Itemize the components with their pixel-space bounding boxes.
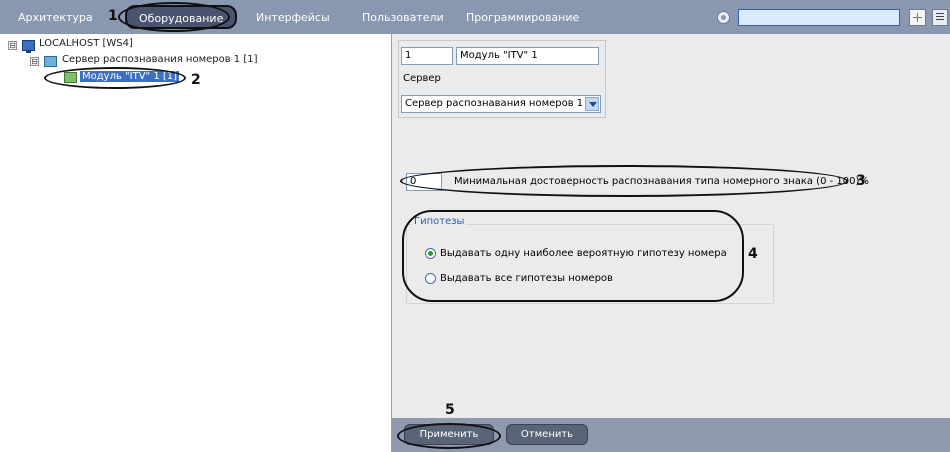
- recognition-server-icon: [44, 56, 57, 67]
- all-hypotheses-label[interactable]: Выдавать все гипотезы номеров: [440, 273, 613, 284]
- tab-programming[interactable]: Программирование: [466, 11, 579, 24]
- object-id-field[interactable]: 1: [401, 47, 453, 65]
- bottom-action-bar: Применить Отменить: [392, 418, 950, 452]
- tab-users[interactable]: Пользователи: [362, 11, 444, 24]
- tab-interfaces[interactable]: Интерфейсы: [256, 11, 330, 24]
- tree-item-localhost[interactable]: LOCALHOST [WS4]: [39, 38, 133, 49]
- top-toolbar: Архитектура Оборудование Интерфейсы Поль…: [0, 0, 950, 34]
- grid-view-icon[interactable]: [909, 9, 926, 26]
- tree-item-itv-module[interactable]: Модуль "ITV" 1 [1]: [80, 71, 180, 82]
- hypotheses-title: Гипотезы: [412, 216, 467, 227]
- search-input[interactable]: [738, 9, 900, 26]
- apply-button[interactable]: Применить: [404, 424, 494, 445]
- single-hypothesis-label[interactable]: Выдавать одну наиболее вероятную гипотез…: [440, 248, 727, 259]
- tree-item-recognition-server[interactable]: Сервер распознавания номеров 1 [1]: [62, 54, 258, 65]
- tab-architecture[interactable]: Архитектура: [18, 11, 93, 24]
- server-select[interactable]: Сервер распознавания номеров 1: [401, 95, 601, 113]
- module-icon: [64, 72, 77, 83]
- hardware-tree: ⊟ LOCALHOST [WS4] ⊟ Сервер распознавания…: [0, 34, 392, 452]
- collapse-icon[interactable]: ⊟: [8, 41, 17, 50]
- tab-equipment[interactable]: Оборудование: [125, 5, 238, 29]
- menu-icon[interactable]: [932, 9, 948, 26]
- server-label: Сервер: [403, 73, 441, 84]
- chevron-down-icon[interactable]: [585, 97, 599, 111]
- object-name-field[interactable]: Модуль "ITV" 1: [456, 47, 599, 65]
- min-confidence-label: Минимальная достоверность распознавания …: [454, 176, 869, 187]
- collapse-icon[interactable]: ⊟: [30, 57, 39, 66]
- record-icon[interactable]: [717, 11, 730, 24]
- radio-single-hypothesis[interactable]: [425, 248, 436, 259]
- hypotheses-group: [406, 224, 774, 304]
- annotation-number-3: 3: [856, 173, 866, 189]
- annotation-number-2: 2: [191, 72, 201, 88]
- min-confidence-input[interactable]: 0: [406, 173, 442, 191]
- cancel-button[interactable]: Отменить: [506, 424, 588, 445]
- computer-icon: [22, 40, 35, 53]
- annotation-number-5: 5: [445, 402, 455, 418]
- server-select-value: Сервер распознавания номеров 1: [405, 98, 584, 109]
- radio-all-hypotheses[interactable]: [425, 273, 436, 284]
- annotation-number-4: 4: [748, 246, 758, 262]
- annotation-number-1: 1: [108, 8, 118, 24]
- settings-panel: 1 Модуль "ITV" 1 Сервер Сервер распознав…: [392, 34, 950, 452]
